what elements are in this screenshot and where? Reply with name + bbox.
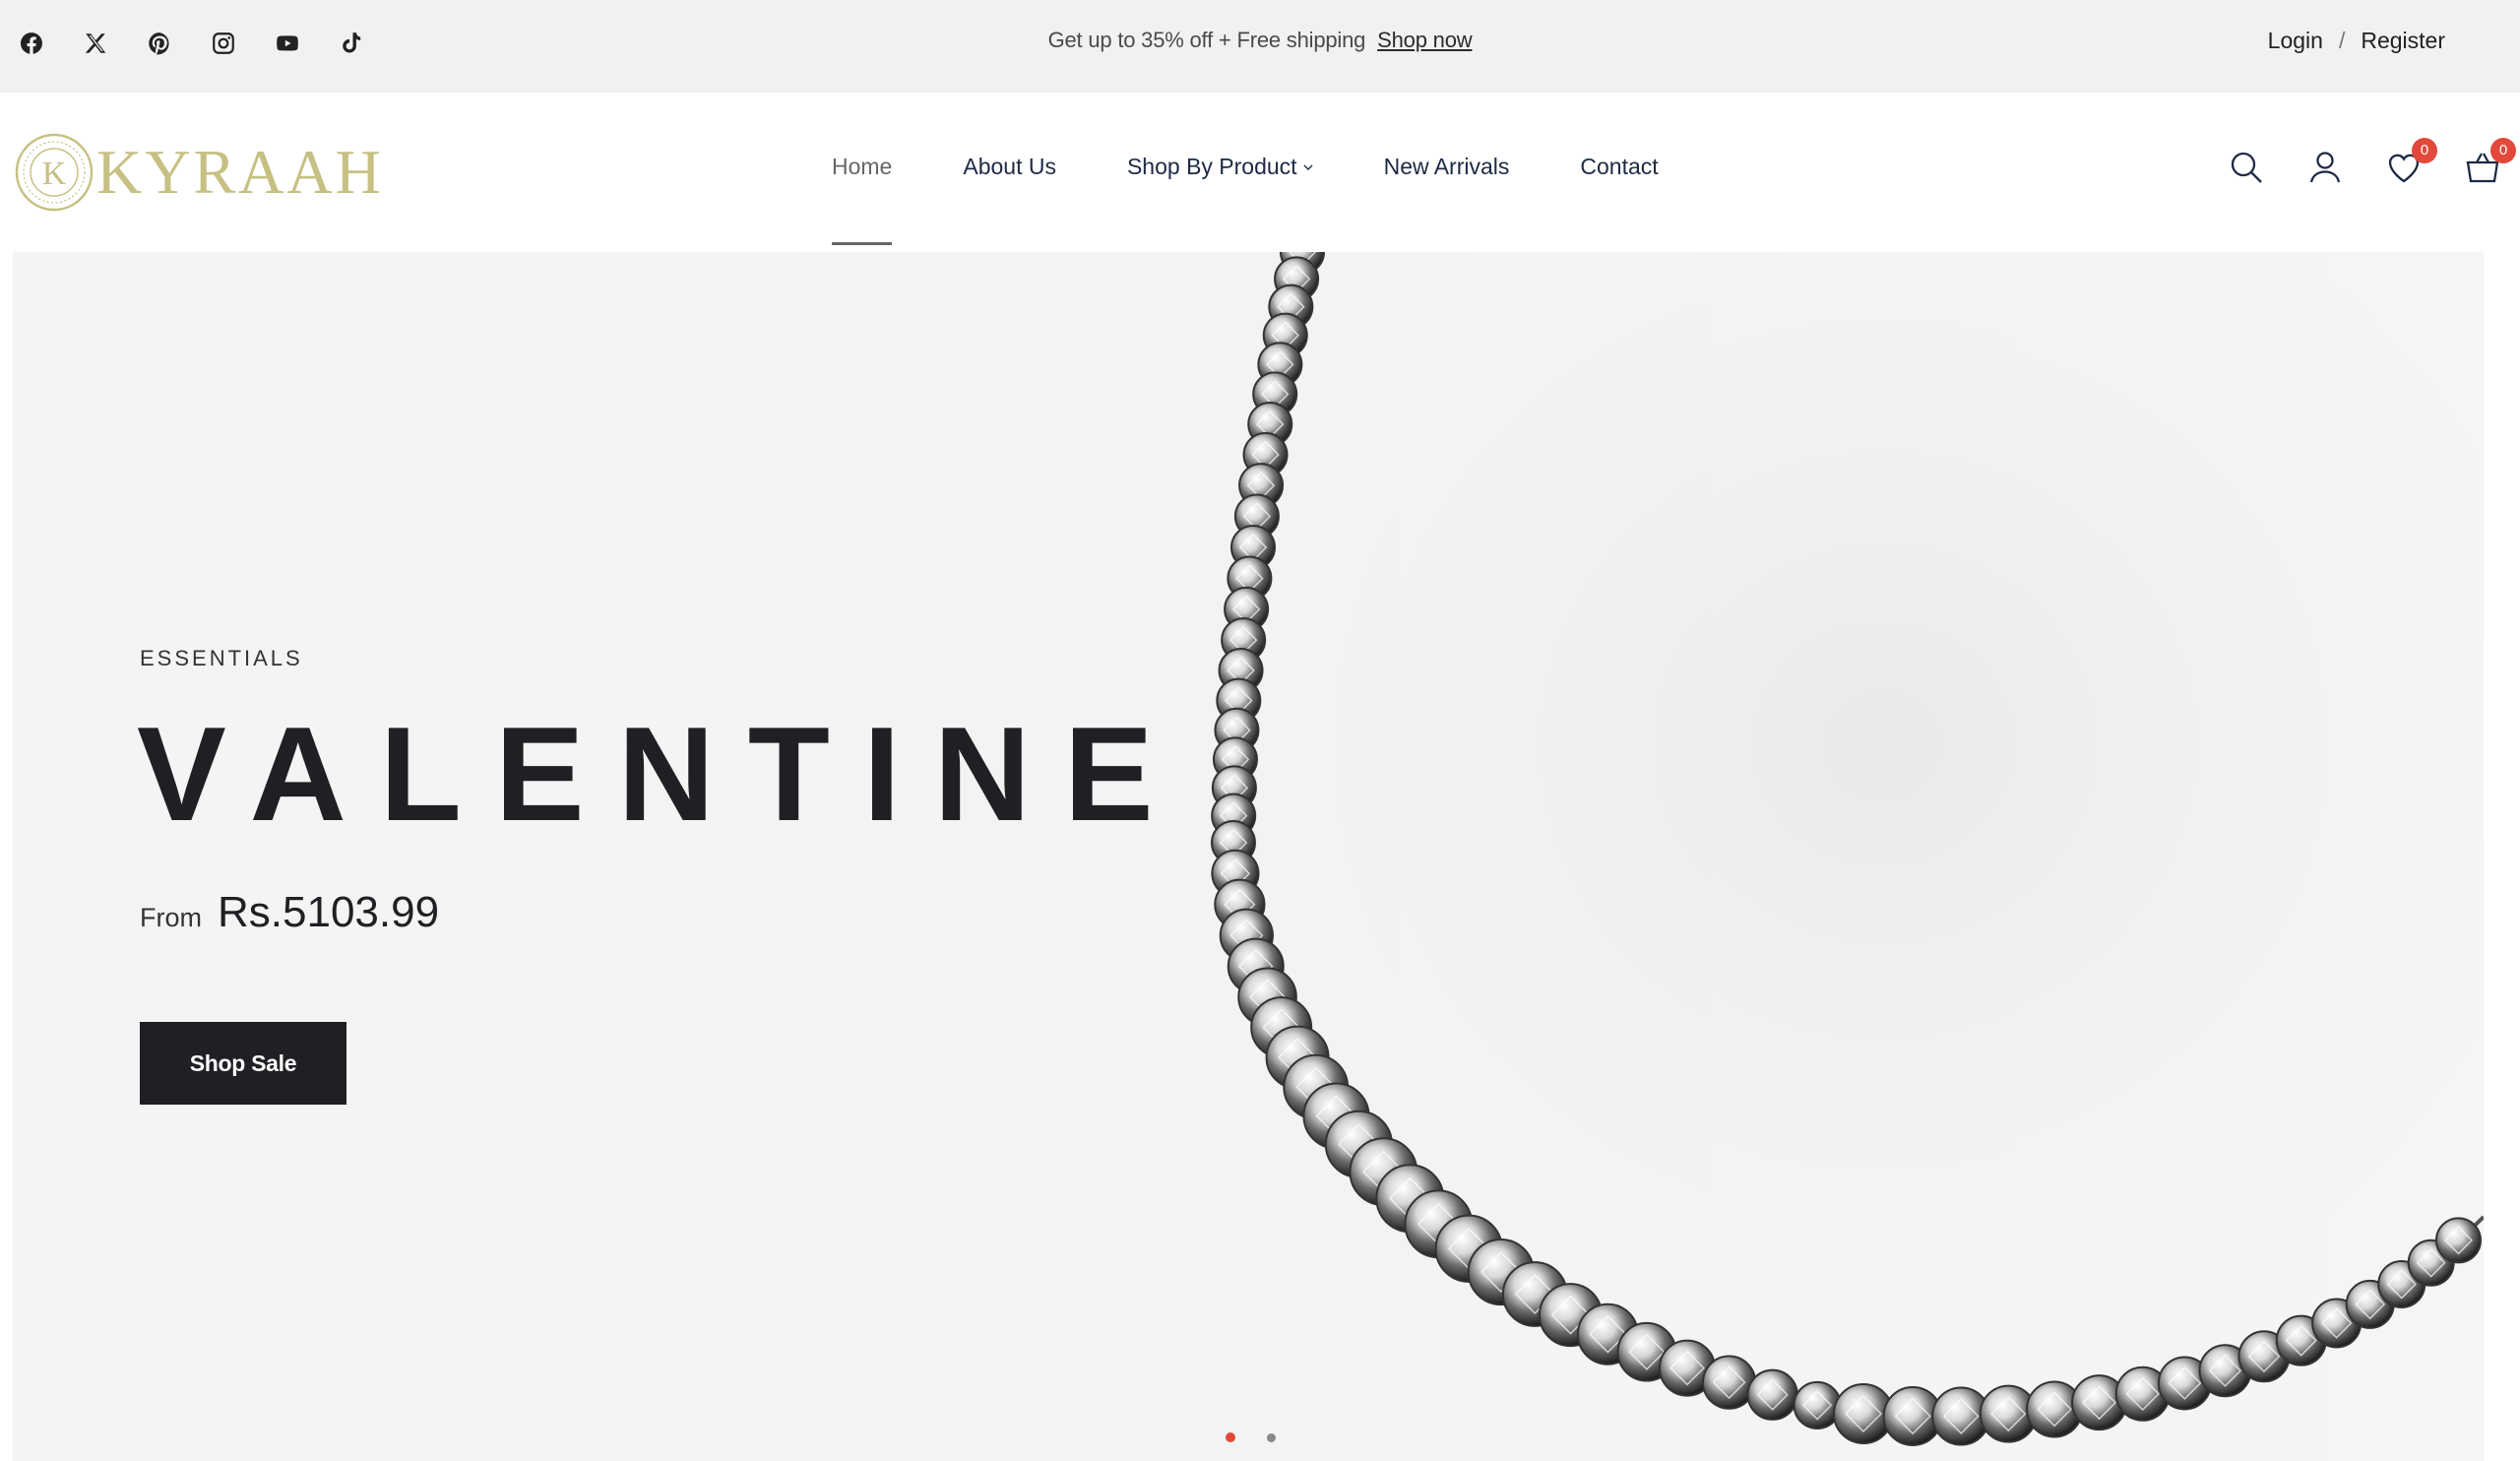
account-separator: /: [2338, 28, 2346, 53]
nav-item-about-us[interactable]: About Us: [963, 154, 1056, 180]
nav-item-shop-by-product-label: Shop By Product: [1126, 154, 1297, 179]
hero-slider: ESSENTIALS VALENTINE From Rs.5103.99 Shop…: [13, 252, 2484, 1461]
logo-monogram-letter: K: [42, 156, 67, 192]
necklace-stone: [1746, 1368, 1798, 1421]
price-prefix: From: [140, 903, 202, 932]
account-button[interactable]: [2307, 150, 2343, 185]
user-icon: [2309, 152, 2341, 183]
chevron-down-icon: [1303, 164, 1313, 170]
shop-sale-button[interactable]: Shop Sale: [140, 1022, 346, 1105]
nav-item-contact[interactable]: Contact: [1580, 154, 1658, 180]
logo-monogram-icon: K: [15, 133, 94, 212]
price-amount: Rs.5103.99: [218, 888, 440, 936]
promo-message: Get up to 35% off + Free shipping Shop no…: [0, 28, 2520, 53]
logo-wordmark: KYRAAH: [96, 137, 384, 207]
necklace-stone: [2434, 1217, 2482, 1264]
necklace-stone: [1702, 1355, 1757, 1410]
nav-item-home[interactable]: Home: [832, 154, 893, 245]
hero-headline: VALENTINE: [137, 699, 1187, 849]
cart-button[interactable]: 0: [2465, 138, 2516, 185]
search-button[interactable]: [2229, 150, 2264, 185]
account-links: Login / Register: [2268, 28, 2445, 54]
register-link[interactable]: Register: [2361, 28, 2445, 53]
slider-dot-1[interactable]: [1226, 1432, 1235, 1442]
promo-text: Get up to 35% off + Free shipping: [1047, 28, 1366, 52]
wishlist-button[interactable]: 0: [2386, 138, 2437, 185]
site-logo[interactable]: K KYRAAH: [14, 132, 384, 213]
slider-dot-2[interactable]: [1267, 1432, 1276, 1442]
cart-count-badge: 0: [2490, 138, 2516, 163]
hero-eyebrow: ESSENTIALS: [140, 646, 303, 670]
nav-item-shop-by-product[interactable]: Shop By Product: [1127, 154, 1313, 180]
hero-price: From Rs.5103.99: [140, 888, 439, 937]
login-link[interactable]: Login: [2268, 28, 2323, 53]
announcement-bar: Get up to 35% off + Free shipping Shop no…: [0, 0, 2520, 93]
shop-now-link[interactable]: Shop now: [1377, 28, 1472, 52]
search-icon: [2231, 152, 2262, 183]
slider-pagination: [1226, 1432, 1276, 1442]
nav-item-new-arrivals[interactable]: New Arrivals: [1384, 154, 1510, 180]
site-header: K KYRAAH Home About Us Shop By Product N…: [0, 93, 2520, 252]
necklace-stone: [1793, 1380, 1842, 1429]
wishlist-count-badge: 0: [2412, 138, 2437, 163]
hero-necklace-image: [1194, 252, 2484, 1446]
main-nav: Home About Us Shop By Product New Arriva…: [832, 154, 1730, 245]
header-actions: 0 0: [2229, 138, 2516, 185]
